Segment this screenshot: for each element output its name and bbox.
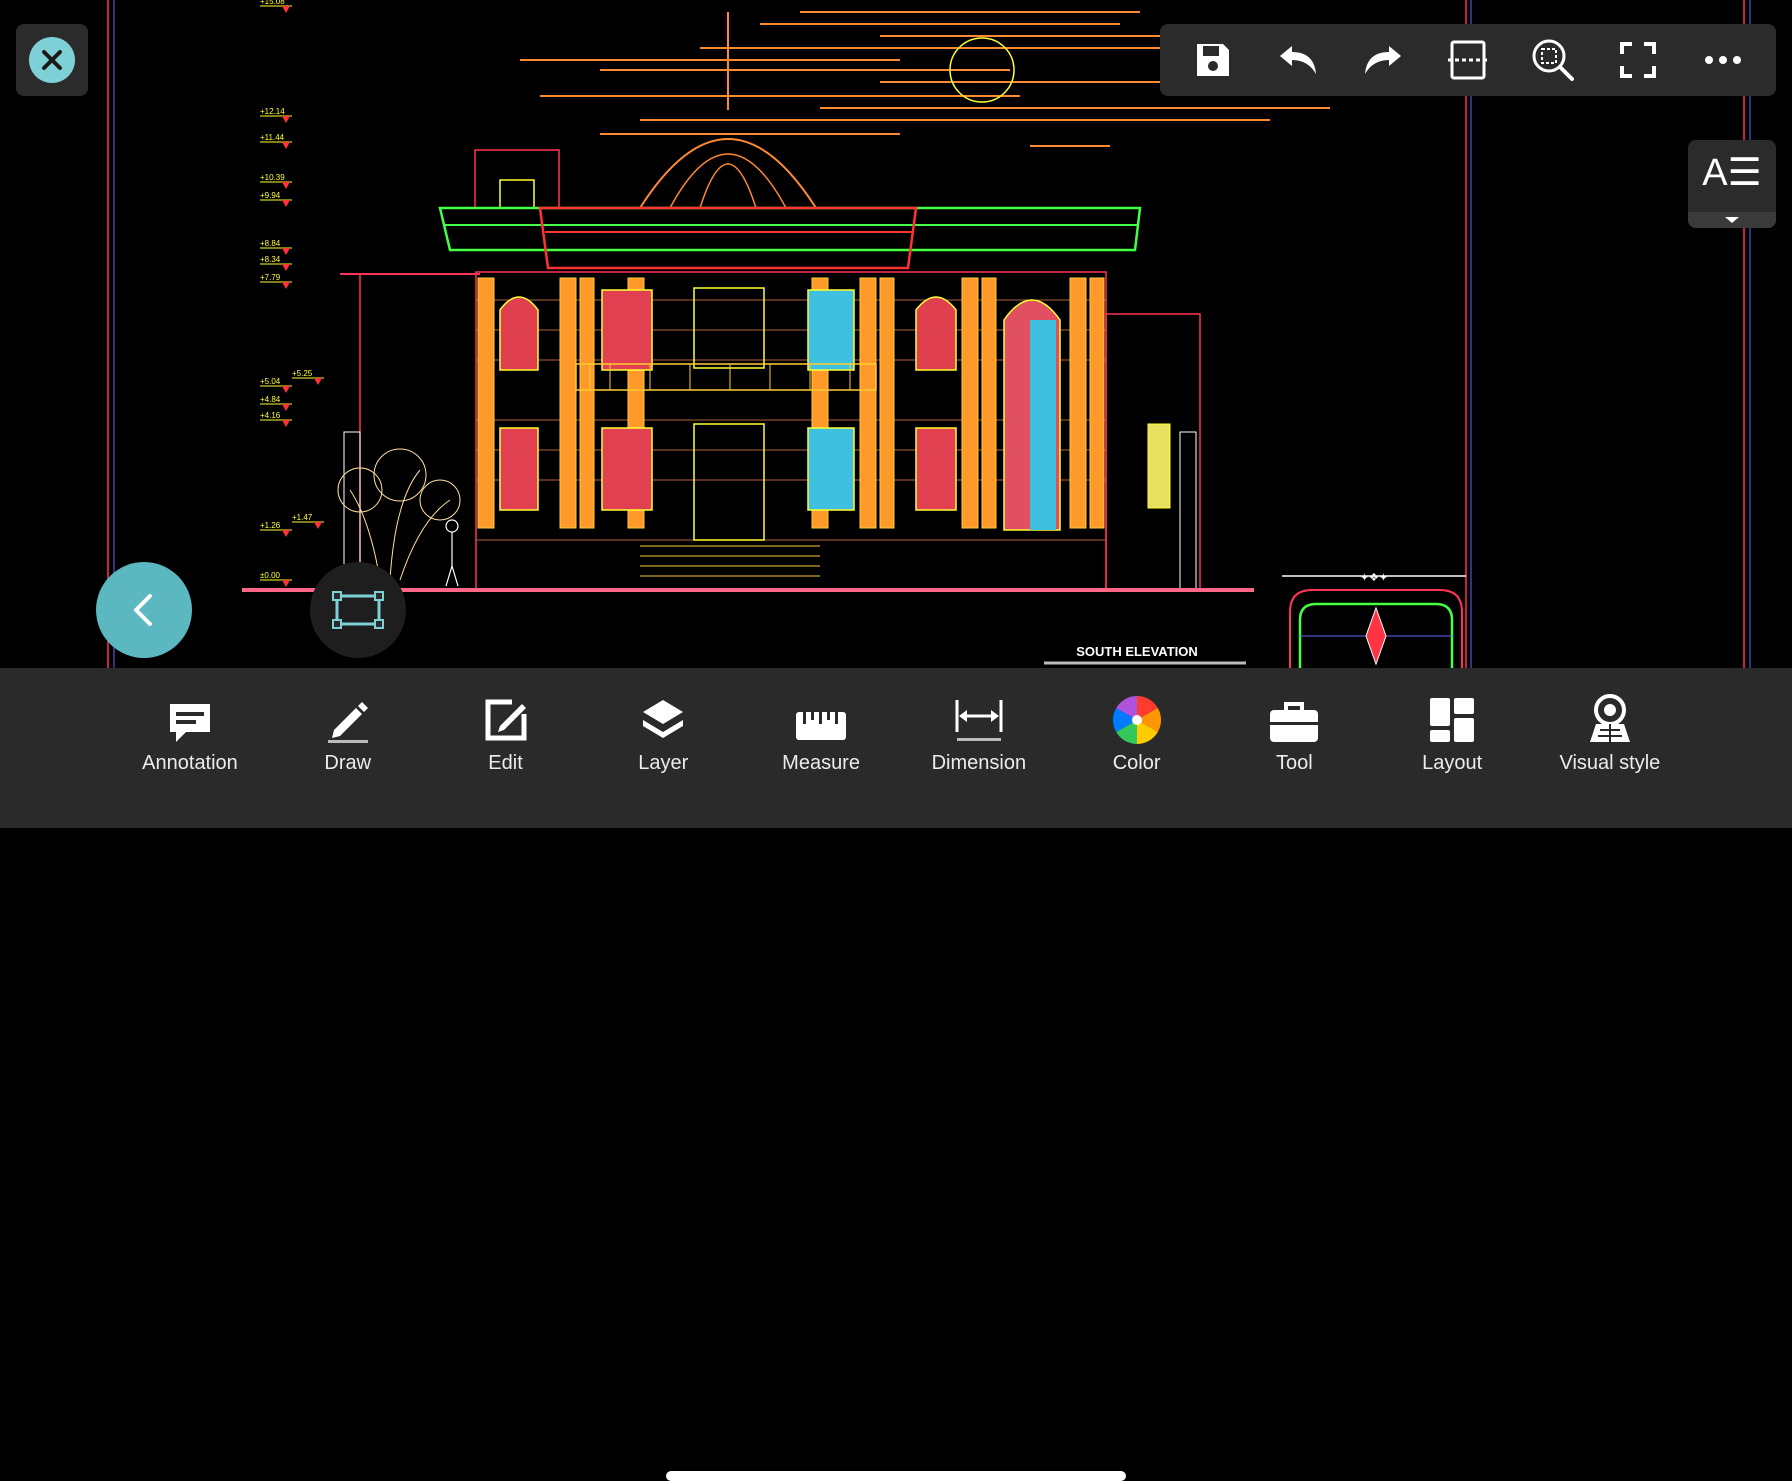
zoom-extents-icon[interactable]: [1523, 30, 1583, 90]
tool-label: Tool: [1276, 752, 1313, 774]
level-marker-arrow: [282, 182, 290, 189]
layer-label: Layer: [638, 752, 689, 774]
level-marker-label: +5.25: [292, 369, 313, 378]
level-marker-arrow: [282, 116, 290, 123]
section-icon[interactable]: [1438, 30, 1498, 90]
tool-icon: [1268, 686, 1320, 744]
draw-label: Draw: [324, 752, 372, 774]
level-marker-arrow: [282, 248, 290, 255]
level-marker-label: ±0.00: [260, 571, 281, 580]
level-marker-arrow: [282, 404, 290, 411]
annotation-button[interactable]: Annotation: [120, 686, 260, 786]
level-marker-arrow: [282, 580, 290, 587]
level-marker-label: +15.08: [260, 0, 285, 6]
level-marker-arrow: [314, 522, 322, 529]
level-marker-label: +1.47: [292, 513, 313, 522]
level-marker-arrow: [282, 386, 290, 393]
level-marker-arrow: [314, 378, 322, 385]
visual-style-button[interactable]: Visual style: [1540, 686, 1680, 786]
close-icon: [29, 37, 75, 83]
annotation-icon: [166, 686, 214, 744]
level-marker-label: +5.04: [260, 377, 281, 386]
home-indicator[interactable]: [666, 1471, 1126, 1481]
level-marker-arrow: [282, 530, 290, 537]
more-icon[interactable]: [1693, 30, 1753, 90]
level-marker-arrow: [282, 6, 290, 13]
measure-button[interactable]: Measure: [751, 686, 891, 786]
elevation-caption: SOUTH ELEVATION: [1076, 644, 1198, 659]
layout-button[interactable]: Layout: [1382, 686, 1522, 786]
text-style-button[interactable]: A☰: [1688, 140, 1776, 228]
save-icon[interactable]: [1183, 30, 1243, 90]
close-button[interactable]: [16, 24, 88, 96]
undo-icon[interactable]: [1268, 30, 1328, 90]
tool-button[interactable]: Tool: [1224, 686, 1364, 786]
layout-icon: [1428, 686, 1476, 744]
edit-label: Edit: [488, 752, 523, 774]
selection-window-button[interactable]: [310, 562, 406, 658]
draw-icon: [324, 686, 372, 744]
dimension-label: Dimension: [931, 752, 1027, 774]
measure-label: Measure: [782, 752, 860, 774]
level-marker-arrow: [282, 420, 290, 427]
draw-button[interactable]: Draw: [278, 686, 418, 786]
level-marker-label: +8.34: [260, 255, 281, 264]
level-marker-arrow: [282, 282, 290, 289]
chevron-left-icon: [134, 594, 152, 626]
svg-text:✦❖✦: ✦❖✦: [1360, 572, 1388, 584]
level-marker-arrow: [282, 142, 290, 149]
top-toolbar: [1160, 24, 1776, 96]
visual-style-label: Visual style: [1559, 752, 1661, 774]
measure-icon: [794, 686, 848, 744]
edit-icon: [482, 686, 530, 744]
visual-style-icon: [1584, 686, 1636, 744]
level-marker-label: +12.14: [260, 107, 285, 116]
edit-button[interactable]: Edit: [436, 686, 576, 786]
back-button[interactable]: [96, 562, 192, 658]
level-marker-label: +11.44: [260, 133, 285, 142]
dimension-icon: [953, 686, 1005, 744]
level-marker-label: +4.16: [260, 411, 281, 420]
level-marker-label: +4.84: [260, 395, 281, 404]
level-marker-label: +7.79: [260, 273, 281, 282]
level-marker-arrow: [282, 200, 290, 207]
selection-box-icon: [332, 591, 384, 629]
chevron-down-icon: [1688, 212, 1776, 228]
color-icon: [1112, 686, 1161, 744]
text-style-icon: A☰: [1702, 152, 1762, 194]
dimension-button[interactable]: Dimension: [909, 686, 1049, 786]
layout-label: Layout: [1422, 752, 1483, 774]
bottom-toolbar: Annotation Draw Edit Layer Measure Dimen…: [0, 668, 1792, 1481]
level-marker-arrow: [282, 264, 290, 271]
level-marker-label: +1.26: [260, 521, 281, 530]
layer-button[interactable]: Layer: [593, 686, 733, 786]
level-marker-label: +9.94: [260, 191, 281, 200]
fullscreen-icon[interactable]: [1608, 30, 1668, 90]
level-marker-label: +10.39: [260, 173, 285, 182]
layer-icon: [639, 686, 687, 744]
color-button[interactable]: Color: [1067, 686, 1207, 786]
redo-icon[interactable]: [1353, 30, 1413, 90]
annotation-label: Annotation: [142, 752, 238, 774]
level-marker-label: +8.84: [260, 239, 281, 248]
color-label: Color: [1112, 752, 1161, 774]
